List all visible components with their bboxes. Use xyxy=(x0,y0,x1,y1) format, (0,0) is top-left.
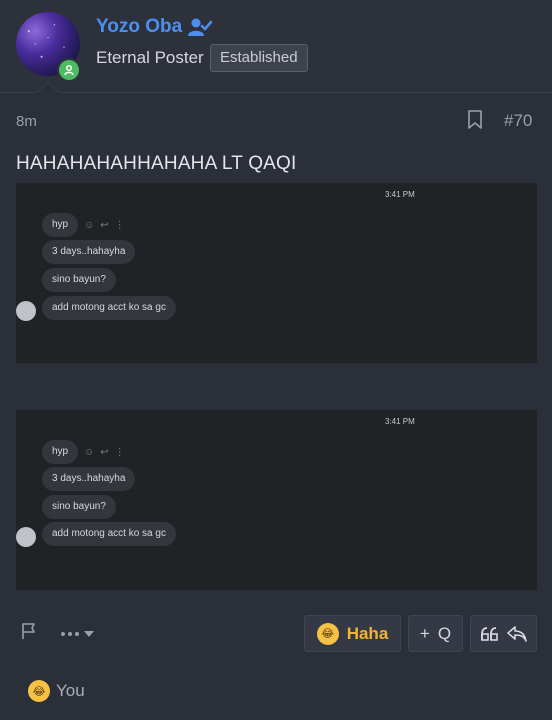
reply-icon: ↩ xyxy=(100,220,109,231)
username-text[interactable]: Yozo Oba xyxy=(96,16,182,38)
chat-bubble: hyp xyxy=(42,213,79,237)
reply-arrow-icon xyxy=(506,625,527,642)
chat-bubble: sino bayun? xyxy=(42,268,116,292)
reaction-user-label[interactable]: You xyxy=(56,681,85,701)
attached-screenshot[interactable]: 3:41 PM hyp ☺ ↩ ⋮ 3 days..hahayha sino bay… xyxy=(16,410,537,590)
chat-avatar xyxy=(16,527,36,547)
plus-icon: + xyxy=(419,623,430,643)
chat-bubble: 3 days..hahayha xyxy=(42,240,136,264)
chat-bubble: add motong acct ko sa gc xyxy=(42,296,176,320)
laughing-emoji-icon: 😂 xyxy=(316,622,339,645)
emoji-icon: ☺ xyxy=(84,220,95,231)
laughing-emoji-icon: 😂 xyxy=(28,680,50,702)
bookmark-icon[interactable] xyxy=(466,110,484,135)
message-tools: ☺ ↩ ⋮ xyxy=(84,447,125,458)
haha-label: Haha xyxy=(346,623,389,643)
attached-screenshot[interactable]: 3:41 PM hyp ☺ ↩ ⋮ 3 days..hahayha sino bay… xyxy=(16,183,537,363)
post-actions-left xyxy=(20,622,94,645)
more-icon: ⋮ xyxy=(114,220,125,231)
emoji-icon: ☺ xyxy=(84,447,95,458)
verified-user-icon xyxy=(188,18,213,36)
post-time[interactable]: 8m xyxy=(16,113,37,130)
chat-avatar xyxy=(16,301,36,321)
user-title: Eternal Poster xyxy=(96,48,204,67)
user-banner-badge: Established xyxy=(210,44,308,72)
more-options-button[interactable] xyxy=(60,630,94,637)
reaction-summary[interactable]: 😂 You xyxy=(28,680,85,702)
haha-reaction-button[interactable]: 😂 Haha xyxy=(304,615,401,652)
post-title: HAHAHAHAHHAHAHA LT QAQI xyxy=(16,153,297,174)
caret-down-icon xyxy=(84,630,94,637)
more-icon: ⋮ xyxy=(114,447,125,458)
message-tools: ☺ ↩ ⋮ xyxy=(84,220,125,231)
more-dots-icon xyxy=(61,631,79,636)
chat-bubble: sino bayun? xyxy=(42,495,116,519)
username[interactable]: Yozo Oba xyxy=(96,16,213,38)
report-flag-icon[interactable] xyxy=(20,622,38,645)
quote-reply-button[interactable] xyxy=(470,615,537,652)
chat-bubble: hyp xyxy=(42,440,79,464)
screenshot-timestamp: 3:41 PM xyxy=(385,417,415,426)
post-number[interactable]: #70 xyxy=(504,111,532,131)
quote-label: Q xyxy=(437,623,452,643)
chat-bubble: add motong acct ko sa gc xyxy=(42,522,176,546)
quote-icon xyxy=(480,626,498,641)
screenshot-timestamp: 3:41 PM xyxy=(385,190,415,199)
chat-bubble: 3 days..hahayha xyxy=(42,467,136,491)
multi-quote-button[interactable]: + Q xyxy=(408,615,463,652)
online-status-icon xyxy=(57,58,81,82)
reply-icon: ↩ xyxy=(100,447,109,458)
